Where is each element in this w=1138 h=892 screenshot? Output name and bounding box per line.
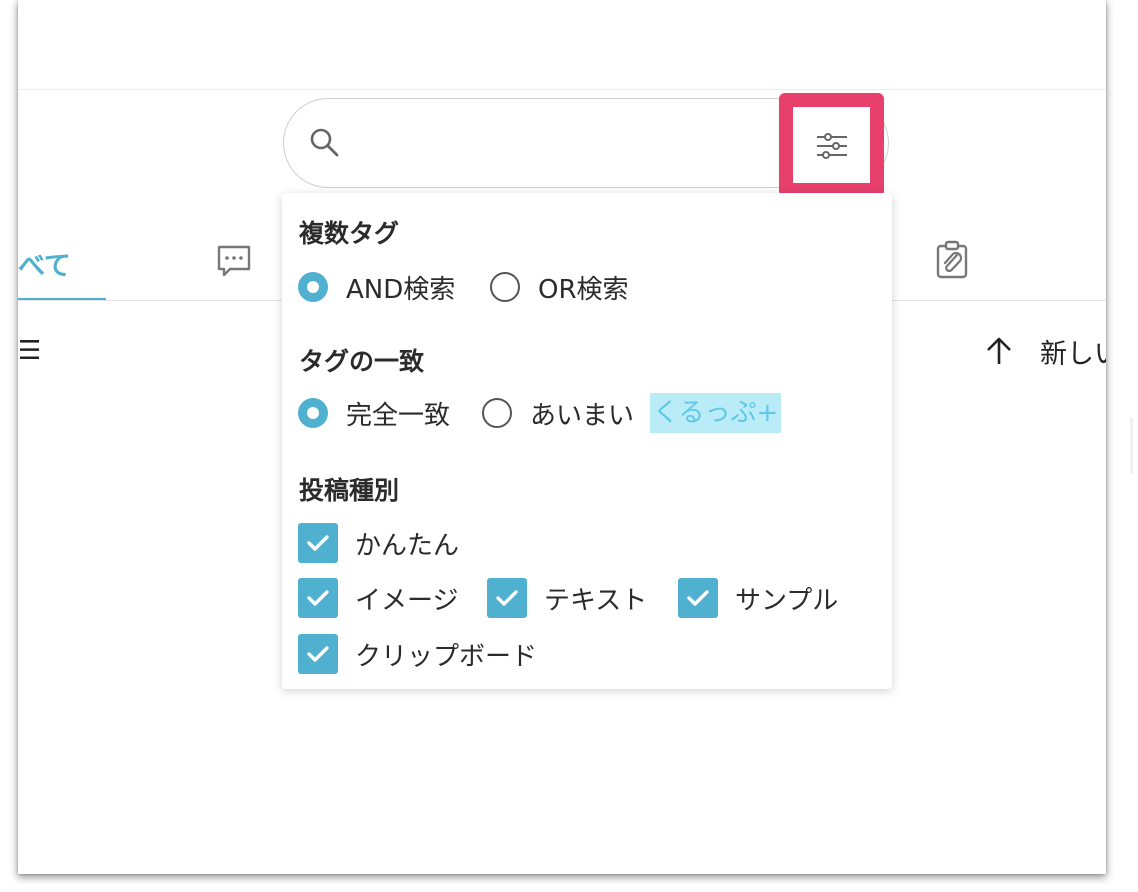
radio-and-label: AND検索 [346,274,456,305]
radio-fuzzy[interactable]: あいまい [482,393,634,433]
tab-all-label[interactable]: べて [18,244,71,283]
app-window: べて ☰ 新しい 複数タグ AND検索 OR検索 タグの一致 完全一致 [18,0,1106,874]
checkbox-image-label: イメージ [355,585,459,616]
checkbox-clipboard-control[interactable] [298,634,338,674]
clipboard-icon[interactable] [933,240,971,280]
radio-exact[interactable]: 完全一致 [298,393,450,433]
checkbox-sample[interactable]: サンプル [678,578,838,618]
filter-panel: 複数タグ AND検索 OR検索 タグの一致 完全一致 あいまい くるっぷ+ 投稿… [282,193,892,689]
checkbox-clipboard-label: クリップボード [355,641,538,672]
check-icon [307,590,329,606]
checkbox-simple-control[interactable] [298,523,338,563]
checkbox-text-control[interactable] [487,578,527,618]
search-input[interactable] [358,121,762,167]
check-icon [307,646,329,662]
sort-label[interactable]: 新しい [1040,332,1106,371]
radio-and-control[interactable] [298,272,328,302]
chat-icon[interactable] [215,242,253,280]
premium-badge: くるっぷ+ [650,393,782,433]
radio-or-label: OR検索 [538,274,629,305]
checkbox-image[interactable]: イメージ [298,578,458,618]
checkbox-sample-label: サンプル [735,585,839,616]
multi-tag-title: 複数タグ [299,219,400,248]
checkbox-simple-label: かんたん [355,530,460,561]
radio-and[interactable]: AND検索 [298,267,455,307]
tag-match-title: タグの一致 [299,347,425,376]
checkbox-text[interactable]: テキスト [487,578,647,618]
radio-or-control[interactable] [490,272,520,302]
post-type-title: 投稿種別 [299,476,400,505]
radio-exact-label: 完全一致 [346,400,451,431]
header-divider [18,89,1106,90]
scroll-edge [1130,418,1133,474]
check-icon [307,535,329,551]
radio-exact-control[interactable] [298,398,328,428]
filter-button[interactable] [779,93,884,197]
checkbox-simple[interactable]: かんたん [298,523,459,563]
radio-fuzzy-control[interactable] [482,398,512,428]
checkbox-image-control[interactable] [298,578,338,618]
check-icon [496,590,518,606]
checkbox-sample-control[interactable] [678,578,718,618]
arrow-up-icon[interactable] [982,334,1016,368]
radio-or[interactable]: OR検索 [490,267,629,307]
check-icon [687,590,709,606]
menu-icon[interactable]: ☰ [18,336,41,366]
search-icon [310,128,339,157]
checkbox-clipboard[interactable]: クリップボード [298,634,537,674]
filter-sliders-icon [817,133,847,159]
radio-fuzzy-label: あいまい [530,400,635,431]
checkbox-text-label: テキスト [544,585,648,616]
